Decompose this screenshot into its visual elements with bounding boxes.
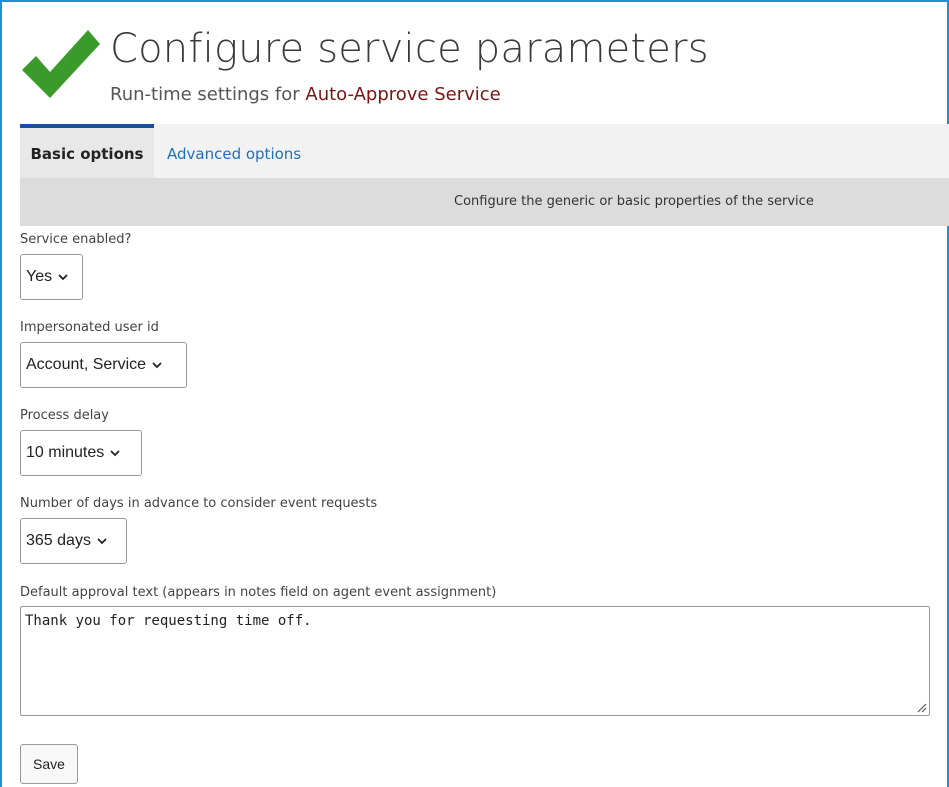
chevron-down-icon xyxy=(110,450,120,457)
process-delay-select[interactable]: 10 minutes xyxy=(20,430,142,476)
chevron-down-icon xyxy=(152,362,162,369)
tab-basic-options[interactable]: Basic options xyxy=(20,124,154,178)
days-in-advance-value: 365 days xyxy=(26,532,91,549)
subtitle-prefix: Run-time settings for xyxy=(110,84,306,105)
page-frame: Configure service parameters Run-time se… xyxy=(0,0,949,787)
approval-text-value: Thank you for requesting time off. xyxy=(25,613,312,629)
page-header: Configure service parameters Run-time se… xyxy=(18,20,918,120)
checkmark-icon xyxy=(22,30,100,98)
tab-description-bar: Configure the generic or basic propertie… xyxy=(20,178,949,226)
resize-handle-icon[interactable] xyxy=(917,703,927,713)
tab-advanced-options[interactable]: Advanced options xyxy=(167,124,301,178)
chevron-down-icon xyxy=(97,538,107,545)
tab-bar: Basic options Advanced options xyxy=(20,124,949,178)
page-title: Configure service parameters xyxy=(110,26,709,72)
days-in-advance-select[interactable]: 365 days xyxy=(20,518,127,564)
save-button[interactable]: Save xyxy=(20,744,78,784)
tab-description: Configure the generic or basic propertie… xyxy=(454,194,814,209)
process-delay-label: Process delay xyxy=(20,408,109,423)
impersonated-user-select[interactable]: Account, Service xyxy=(20,342,187,388)
approval-text-label: Default approval text (appears in notes … xyxy=(20,585,497,600)
page-subtitle: Run-time settings for Auto-Approve Servi… xyxy=(110,84,501,105)
service-enabled-select[interactable]: Yes xyxy=(20,254,83,300)
service-enabled-label: Service enabled? xyxy=(20,232,132,247)
impersonated-user-label: Impersonated user id xyxy=(20,320,159,335)
service-enabled-value: Yes xyxy=(26,268,53,285)
impersonated-user-value: Account, Service xyxy=(26,356,147,373)
process-delay-value: 10 minutes xyxy=(26,444,105,461)
approval-text-textarea[interactable]: Thank you for requesting time off. xyxy=(20,606,930,716)
days-in-advance-label: Number of days in advance to consider ev… xyxy=(20,496,378,511)
chevron-down-icon xyxy=(58,274,68,281)
service-name: Auto-Approve Service xyxy=(305,84,501,105)
